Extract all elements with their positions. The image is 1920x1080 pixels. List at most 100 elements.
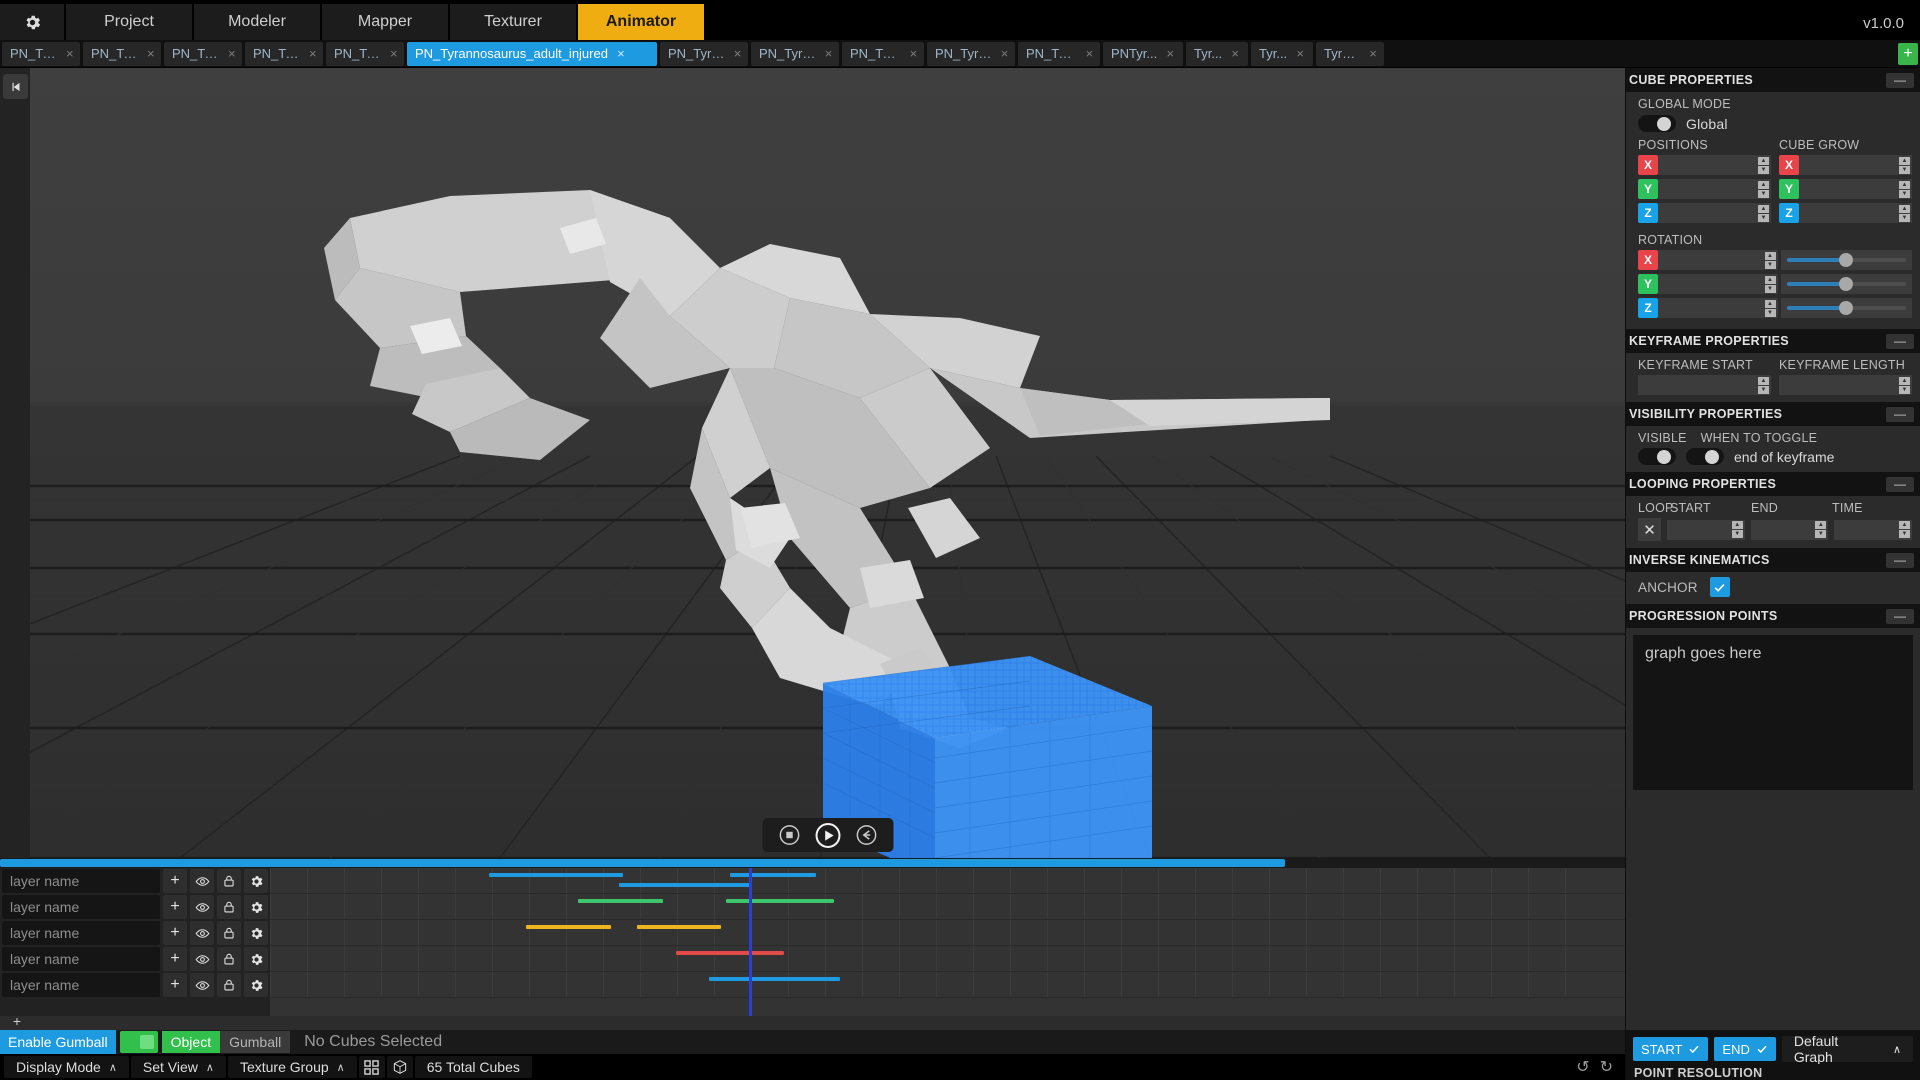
close-icon[interactable]: × bbox=[614, 46, 628, 61]
playhead[interactable] bbox=[749, 868, 752, 1016]
cube-grow-z-input[interactable]: ▲▼ bbox=[1799, 203, 1912, 223]
close-icon[interactable]: × bbox=[1228, 46, 1242, 61]
progression-start-button[interactable]: START bbox=[1633, 1037, 1708, 1061]
loop-start-input[interactable]: ▲▼ bbox=[1667, 520, 1745, 540]
position-y-stepper[interactable]: ▲▼ bbox=[1758, 179, 1771, 199]
track-row[interactable] bbox=[270, 946, 1625, 972]
add-tab-button[interactable]: + bbox=[1898, 43, 1918, 65]
visibility-button[interactable] bbox=[190, 921, 214, 945]
tab-settings[interactable] bbox=[0, 4, 64, 40]
track-row[interactable] bbox=[270, 920, 1625, 946]
file-tab[interactable]: PN_Tyr...× bbox=[1018, 42, 1100, 66]
collapse-progression-points-button[interactable]: — bbox=[1886, 609, 1914, 624]
when-to-toggle-switch[interactable] bbox=[1686, 448, 1724, 465]
file-tab[interactable]: PN_Tyr...× bbox=[83, 42, 161, 66]
close-icon[interactable]: × bbox=[145, 46, 157, 61]
lock-button[interactable] bbox=[217, 973, 241, 997]
rotation-y-input[interactable]: ▲▼ bbox=[1658, 274, 1778, 294]
file-tab[interactable]: PN_Tyr...× bbox=[164, 42, 242, 66]
file-tab[interactable]: PN_Tyr...× bbox=[245, 42, 323, 66]
layer-settings-button[interactable] bbox=[244, 895, 268, 919]
track-row[interactable] bbox=[270, 972, 1625, 998]
close-icon[interactable]: × bbox=[822, 46, 835, 61]
layer-settings-button[interactable] bbox=[244, 921, 268, 945]
rotation-y-slider[interactable] bbox=[1781, 274, 1913, 294]
3d-viewport[interactable] bbox=[30, 68, 1625, 858]
timeline-clip[interactable] bbox=[726, 899, 834, 903]
rotation-x-slider[interactable] bbox=[1781, 250, 1913, 270]
visibility-button[interactable] bbox=[190, 947, 214, 971]
layer-name-input[interactable]: layer name bbox=[2, 947, 160, 971]
undo-button[interactable]: ↺ bbox=[1576, 1057, 1589, 1077]
file-tab[interactable]: PN_Tyr...× bbox=[842, 42, 924, 66]
cube-grow-y-stepper[interactable]: ▲▼ bbox=[1899, 179, 1912, 199]
layer-name-input[interactable]: layer name bbox=[2, 895, 160, 919]
close-icon[interactable]: × bbox=[1163, 46, 1177, 61]
file-tab[interactable]: PN_Tyra...× bbox=[927, 42, 1015, 66]
rotation-x-input[interactable]: ▲▼ bbox=[1658, 250, 1778, 270]
timeline-clip[interactable] bbox=[637, 925, 721, 929]
cube-grow-x-input[interactable]: ▲▼ bbox=[1799, 155, 1912, 175]
tab-modeler[interactable]: Modeler bbox=[194, 4, 320, 40]
position-x-input[interactable]: ▲▼ bbox=[1658, 155, 1771, 175]
lock-button[interactable] bbox=[217, 921, 241, 945]
cube-icon[interactable] bbox=[387, 1056, 413, 1078]
timeline-scrollbar[interactable] bbox=[0, 858, 1625, 868]
add-keyframe-button[interactable]: + bbox=[163, 869, 187, 893]
file-tab[interactable]: PN_Tyr...× bbox=[326, 42, 404, 66]
close-icon[interactable]: × bbox=[998, 46, 1011, 61]
close-icon[interactable]: × bbox=[1083, 46, 1096, 61]
graph-type-select[interactable]: Default Graph ∧ bbox=[1782, 1036, 1913, 1062]
keyframe-start-input[interactable]: ▲▼ bbox=[1638, 375, 1771, 395]
tab-project[interactable]: Project bbox=[66, 4, 192, 40]
progression-graph[interactable]: graph goes here bbox=[1633, 635, 1913, 790]
close-icon[interactable]: × bbox=[1293, 46, 1307, 61]
collapse-visibility-properties-button[interactable]: — bbox=[1886, 407, 1914, 422]
mode-object-button[interactable]: Object bbox=[162, 1031, 220, 1053]
tab-animator[interactable]: Animator bbox=[578, 4, 704, 40]
close-icon[interactable]: × bbox=[64, 46, 76, 61]
close-icon[interactable]: × bbox=[1366, 46, 1380, 61]
lock-button[interactable] bbox=[217, 869, 241, 893]
position-z-stepper[interactable]: ▲▼ bbox=[1758, 203, 1771, 223]
keyframe-length-stepper[interactable]: ▲▼ bbox=[1899, 375, 1912, 395]
file-tab[interactable]: Tyra...× bbox=[1316, 42, 1384, 66]
lock-button[interactable] bbox=[217, 895, 241, 919]
layer-name-input[interactable]: layer name bbox=[2, 869, 160, 893]
rotation-y-stepper[interactable]: ▲▼ bbox=[1765, 274, 1778, 294]
rotation-z-input[interactable]: ▲▼ bbox=[1658, 298, 1778, 318]
rotation-x-stepper[interactable]: ▲▼ bbox=[1765, 250, 1778, 270]
collapse-looping-properties-button[interactable]: — bbox=[1886, 477, 1914, 492]
collapse-cube-properties-button[interactable]: — bbox=[1886, 73, 1914, 88]
loop-clear-button[interactable]: ✕ bbox=[1638, 518, 1661, 541]
position-y-input[interactable]: ▲▼ bbox=[1658, 179, 1771, 199]
add-keyframe-button[interactable]: + bbox=[163, 921, 187, 945]
file-tab[interactable]: Tyr...× bbox=[1251, 42, 1313, 66]
file-tab[interactable]: PN_Tyra...× bbox=[751, 42, 839, 66]
close-icon[interactable]: × bbox=[226, 46, 238, 61]
mode-gumball-button[interactable]: Gumball bbox=[220, 1031, 290, 1053]
timeline-clip[interactable] bbox=[489, 873, 623, 877]
file-tab[interactable]: PN_Tyrannosaurus_adult_injured× bbox=[407, 42, 657, 66]
add-layer-button[interactable]: + bbox=[3, 1014, 31, 1028]
close-icon[interactable]: × bbox=[731, 46, 744, 61]
file-tab[interactable]: PN_Tyra...× bbox=[660, 42, 748, 66]
layer-settings-button[interactable] bbox=[244, 947, 268, 971]
timeline-scrollbar-thumb[interactable] bbox=[0, 859, 1285, 867]
rewind-button[interactable] bbox=[855, 824, 877, 846]
timeline-clip[interactable] bbox=[730, 873, 816, 877]
global-mode-toggle[interactable] bbox=[1638, 115, 1676, 132]
timeline-clip[interactable] bbox=[676, 951, 784, 955]
redo-button[interactable]: ↻ bbox=[1600, 1057, 1613, 1077]
visible-toggle[interactable] bbox=[1638, 448, 1676, 465]
file-tab[interactable]: PN_Tyr...× bbox=[2, 42, 80, 66]
collapse-inverse-kinematics-button[interactable]: — bbox=[1886, 553, 1914, 568]
loop-end-stepper[interactable]: ▲▼ bbox=[1815, 520, 1828, 540]
add-keyframe-button[interactable]: + bbox=[163, 895, 187, 919]
add-keyframe-button[interactable]: + bbox=[163, 947, 187, 971]
visibility-button[interactable] bbox=[190, 973, 214, 997]
stop-button[interactable] bbox=[778, 824, 800, 846]
layer-settings-button[interactable] bbox=[244, 869, 268, 893]
file-tab[interactable]: PNTyr...× bbox=[1103, 42, 1183, 66]
timeline-tracks[interactable] bbox=[270, 868, 1625, 1016]
